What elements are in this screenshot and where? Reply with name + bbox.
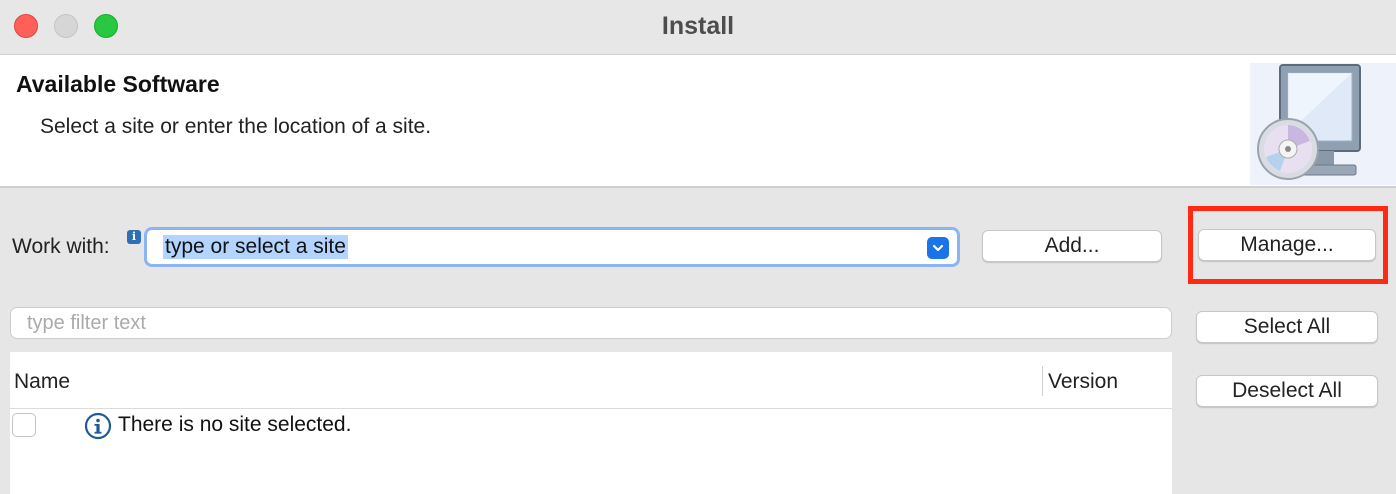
row-name-cell: There is no site selected. [118, 413, 352, 436]
title-bar: Install [0, 0, 1396, 55]
filter-input[interactable] [10, 307, 1172, 339]
table-row[interactable]: There is no site selected. [10, 409, 1172, 443]
select-all-button[interactable]: Select All [1196, 311, 1378, 343]
column-divider[interactable] [1042, 366, 1043, 396]
site-combo-box[interactable]: type or select a site [144, 227, 960, 267]
site-combo-text[interactable]: type or select a site [163, 235, 348, 259]
table-header: Name Version [10, 352, 1172, 409]
column-header-name[interactable]: Name [14, 370, 70, 394]
work-with-label: Work with: [12, 235, 110, 258]
info-circle-icon [84, 412, 112, 440]
column-header-version[interactable]: Version [1048, 370, 1118, 394]
deselect-all-button[interactable]: Deselect All [1196, 375, 1378, 407]
add-site-button[interactable]: Add... [982, 230, 1162, 262]
info-icon[interactable]: i [127, 230, 141, 244]
header-banner: Available Software Select a site or ente… [0, 55, 1396, 188]
software-table: Name Version There is no site selected. [10, 352, 1172, 494]
monitor-with-cd-icon [1250, 63, 1396, 185]
window-title: Install [661, 12, 735, 40]
manage-sites-button[interactable]: Manage... [1198, 229, 1376, 261]
chevron-down-icon[interactable] [927, 237, 949, 259]
row-checkbox[interactable] [12, 413, 36, 437]
page-description: Select a site or enter the location of a… [40, 115, 432, 138]
page-title: Available Software [16, 71, 220, 97]
